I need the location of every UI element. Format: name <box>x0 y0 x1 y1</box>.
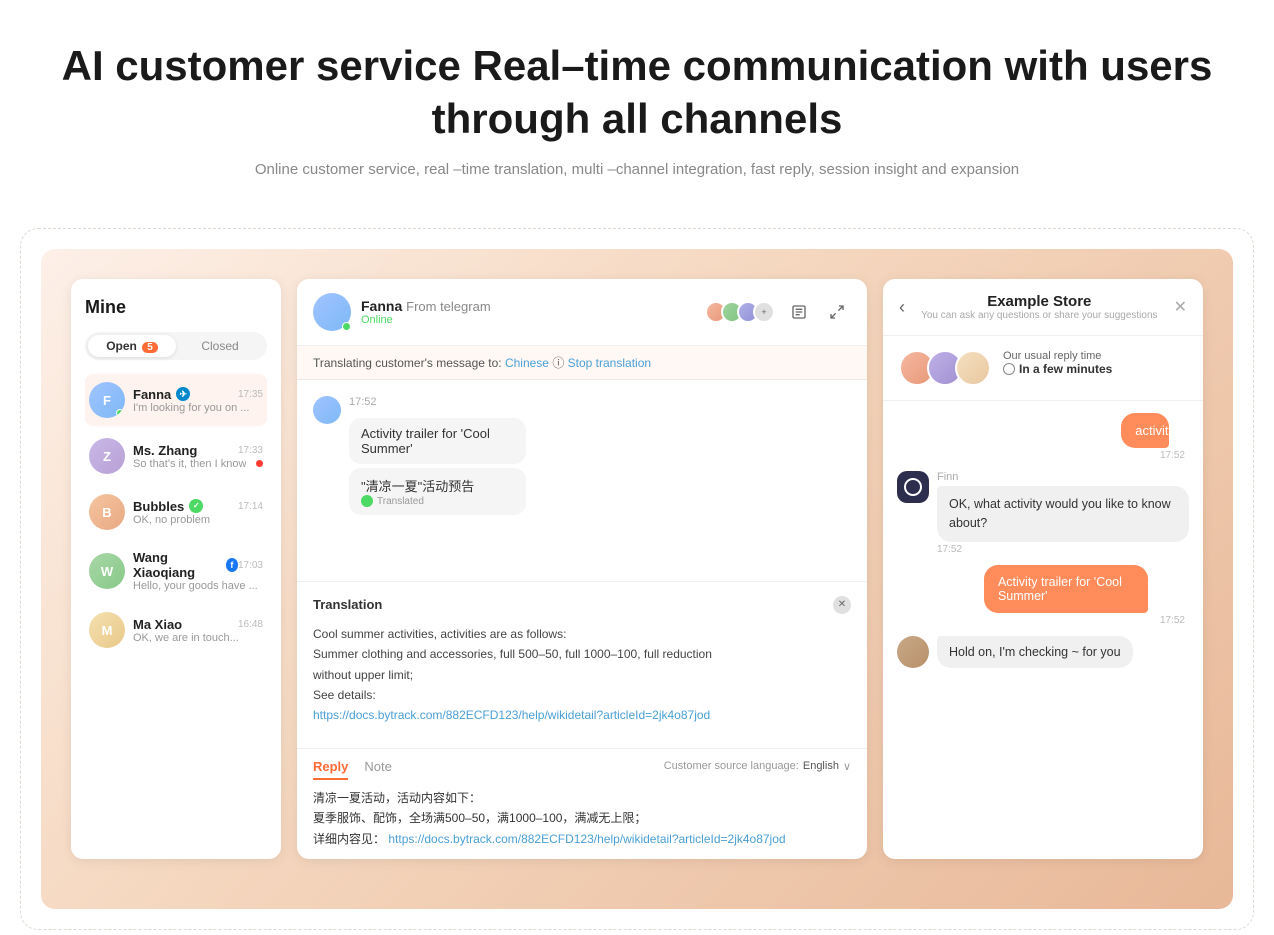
header-info: Fanna From telegram Online <box>361 298 695 326</box>
chat-item-fanna[interactable]: F Fanna ✈ 17:35 I'm looking for you on .… <box>85 374 267 426</box>
page-header: AI customer service Real–time communicat… <box>0 0 1274 198</box>
user-bubble-2: Activity trailer for 'Cool Summer' <box>984 565 1148 613</box>
chat-item-wang[interactable]: W Wang Xiaoqiang f 17:03 Hello, your goo… <box>85 542 267 600</box>
stop-translation-link[interactable]: Stop translation <box>568 356 651 370</box>
store-intro: Our usual reply time In a few minutes <box>883 336 1203 401</box>
store-messages: activity 17:52 Finn OK, what activity wo… <box>883 401 1203 859</box>
store-header: ‹ Example Store You can ask any question… <box>883 279 1203 336</box>
left-panel: Mine Open 5 Closed F Fanna <box>71 279 281 859</box>
check-icon <box>361 495 373 507</box>
avatar-zhang: Z <box>89 438 125 474</box>
user-bubble-1: activity <box>1121 413 1168 448</box>
msg-avatar <box>313 396 341 424</box>
translation-bar: Translating customer's message to: Chine… <box>297 346 867 380</box>
mine-title: Mine <box>85 297 267 318</box>
reply-tabs: Reply Note Customer source language: Eng… <box>313 759 851 780</box>
center-panel: Fanna From telegram Online + <box>297 279 867 859</box>
open-badge: 5 <box>142 342 158 353</box>
clock-icon <box>1003 363 1015 375</box>
header-actions: + <box>705 298 851 326</box>
page-title: AI customer service Real–time communicat… <box>20 40 1254 145</box>
right-panel: ‹ Example Store You can ask any question… <box>883 279 1203 859</box>
message-row-1: 17:52 Activity trailer for 'Cool Summer'… <box>313 396 851 515</box>
avatar-stack: + <box>705 301 775 323</box>
avatar-maxiao: M <box>89 612 125 648</box>
header-avatar <box>313 293 351 331</box>
unread-indicator <box>256 460 263 467</box>
agent-bubble-1: OK, what activity would you like to know… <box>937 486 1189 542</box>
verified-icon: ✓ <box>189 499 203 513</box>
language-link[interactable]: Chinese <box>505 356 549 370</box>
store-agent-3 <box>955 350 991 386</box>
reply-section: Reply Note Customer source language: Eng… <box>297 748 867 859</box>
avatar-bubbles: B <box>89 494 125 530</box>
message-bubble-translated: "清凉一夏"活动预告 Translated <box>349 468 526 515</box>
agent-msg-human: Hold on, I'm checking ~ for you <box>897 636 1189 668</box>
transfer-icon-btn[interactable] <box>823 298 851 326</box>
finn-avatar <box>897 471 929 503</box>
reply-content: 清凉一夏活动，活动内容如下： 夏季服饰、配饰，全场满500–50，满1000–1… <box>313 788 851 849</box>
agent-bubble-2: Hold on, I'm checking ~ for you <box>937 636 1133 668</box>
demo-inner: Mine Open 5 Closed F Fanna <box>41 249 1233 909</box>
chat-messages: 17:52 Activity trailer for 'Cool Summer'… <box>297 380 867 581</box>
page-subtitle: Online customer service, real –time tran… <box>20 161 1254 178</box>
avatar-wang: W <box>89 553 125 589</box>
tab-note[interactable]: Note <box>364 759 391 780</box>
online-indicator <box>116 409 124 417</box>
chat-item-zhang[interactable]: Z Ms. Zhang 17:33 So that's it, then I k… <box>85 430 267 482</box>
translation-content: Cool summer activities, activities are a… <box>313 624 851 726</box>
close-button[interactable]: ✕ <box>1174 297 1187 317</box>
human-agent-avatar <box>897 636 929 668</box>
user-msg-activity: activity 17:52 <box>897 413 1189 461</box>
translation-link[interactable]: https://docs.bytrack.com/882ECFD123/help… <box>313 708 710 722</box>
tab-open[interactable]: Open 5 <box>88 335 176 357</box>
more-participants[interactable]: + <box>753 301 775 323</box>
translation-section: Translation ✕ Cool summer activities, ac… <box>297 581 867 748</box>
facebook-icon: f <box>226 558 238 572</box>
header-online-dot <box>342 322 351 331</box>
avatar-fanna: F <box>89 382 125 418</box>
tabs-row: Open 5 Closed <box>85 332 267 360</box>
chat-item-bubbles[interactable]: B Bubbles ✓ 17:14 OK, no problem <box>85 486 267 538</box>
chat-item-maxiao[interactable]: M Ma Xiao 16:48 OK, we are in touch... <box>85 604 267 656</box>
reply-link[interactable]: https://docs.bytrack.com/882ECFD123/help… <box>388 832 785 846</box>
user-msg-activity-trailer: Activity trailer for 'Cool Summer' 17:52 <box>897 565 1189 626</box>
agent-msg-finn-1: Finn OK, what activity would you like to… <box>897 471 1189 555</box>
translation-close-btn[interactable]: ✕ <box>833 596 851 614</box>
notes-icon-btn[interactable] <box>785 298 813 326</box>
store-avatars <box>899 350 991 386</box>
telegram-icon: ✈ <box>176 387 190 401</box>
tab-reply[interactable]: Reply <box>313 759 348 780</box>
message-bubble-1: Activity trailer for 'Cool Summer' <box>349 418 526 464</box>
chat-header: Fanna From telegram Online + <box>297 279 867 346</box>
tab-closed[interactable]: Closed <box>176 335 264 357</box>
demo-wrapper: Mine Open 5 Closed F Fanna <box>20 228 1254 930</box>
